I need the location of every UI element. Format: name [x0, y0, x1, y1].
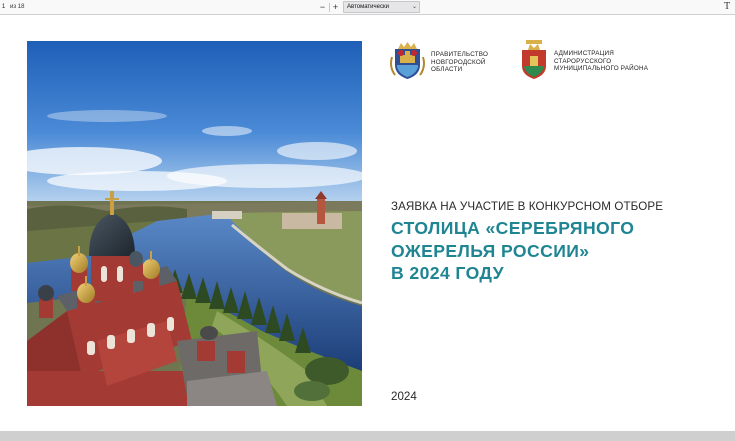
text-tool-button[interactable]: T	[722, 1, 732, 13]
title-line-3: В 2024 ГОДУ	[391, 263, 504, 283]
logo-right-line-1: АДМИНИСТРАЦИЯ	[554, 50, 615, 57]
novgorod-oblast-coat-of-arms-icon	[390, 42, 425, 79]
logo-right-line-3: МУНИЦИПАЛЬНОГО РАЙОНА	[554, 65, 649, 73]
page-number-input[interactable]: 1	[0, 2, 7, 12]
application-subtitle: ЗАЯВКА НА УЧАСТИЕ В КОНКУРСНОМ ОТБОРЕ	[391, 200, 664, 213]
novgorod-government-text: ПРАВИТЕЛЬСТВО НОВГОРОДСКОЙ ОБЛАСТИ	[431, 51, 488, 74]
zoom-out-button[interactable]: −	[317, 1, 328, 13]
staraya-russa-coat-of-arms-icon	[522, 40, 546, 79]
viewer-bottom-area	[0, 431, 735, 441]
staraya-russa-administration-text: АДМИНИСТРАЦИЯ СТАРОРУССКОГО МУНИЦИПАЛЬНО…	[554, 50, 648, 73]
title-line-2: ОЖЕРЕЛЬЯ РОССИИ»	[391, 240, 590, 261]
zoom-select-value: Автоматически	[347, 4, 389, 10]
document-year: 2024	[391, 390, 417, 403]
aerial-photo	[27, 41, 362, 406]
logo-left-line-1: ПРАВИТЕЛЬСТВО	[431, 51, 489, 58]
pdf-viewer-toolbar: 1 из 18 − + Автоматически ⌄ T	[0, 0, 735, 15]
page-count-label: из 18	[10, 4, 25, 10]
logo-left-line-2: НОВГОРОДСКОЙ	[431, 58, 486, 66]
title-line-1: СТОЛИЦА «СЕРЕБРЯНОГО	[391, 218, 635, 238]
zoom-select[interactable]: Автоматически ⌄	[343, 1, 420, 13]
chevron-down-icon: ⌄	[411, 4, 417, 10]
zoom-in-button[interactable]: +	[330, 1, 341, 13]
staraya-russa-administration-logo: АДМИНИСТРАЦИЯ СТАРОРУССКОГО МУНИЦИПАЛЬНО…	[520, 40, 648, 80]
novgorod-government-logo: ПРАВИТЕЛЬСТВО НОВГОРОДСКОЙ ОБЛАСТИ	[390, 41, 488, 81]
pdf-page: ПРАВИТЕЛЬСТВО НОВГОРОДСКОЙ ОБЛАСТИ АДМИН…	[0, 15, 735, 431]
document-title: СТОЛИЦА «СЕРЕБРЯНОГО ОЖЕРЕЛЬЯ РОССИИ» В …	[391, 217, 721, 285]
logo-left-line-3: ОБЛАСТИ	[431, 66, 463, 74]
